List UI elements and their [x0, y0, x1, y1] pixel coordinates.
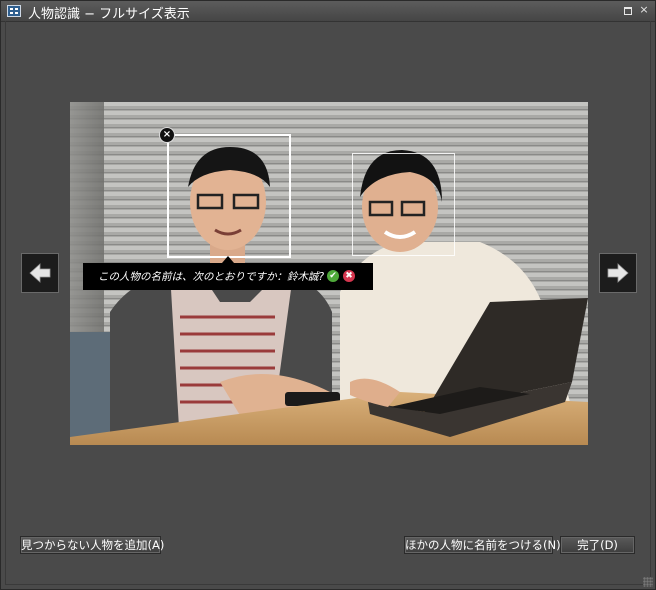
window-title: 人物認識 − フルサイズ表示	[28, 7, 190, 22]
reject-icon[interactable]: ✖	[343, 270, 355, 282]
done-button[interactable]: 完了(D)	[560, 536, 635, 554]
resize-grip[interactable]	[643, 577, 653, 587]
add-missing-person-button[interactable]: 見つからない人物を追加(A)	[20, 536, 164, 554]
name-confirm-prompt: この人物の名前は、次のとおりですか：鈴木誠? ✔ ✖	[83, 263, 373, 290]
next-photo-button[interactable]	[599, 253, 637, 293]
prompt-text: この人物の名前は、次のとおりですか：鈴木誠?	[98, 271, 325, 283]
arrow-left-icon	[29, 263, 51, 283]
name-other-person-button[interactable]: ほかの人物に名前をつける(N)	[404, 536, 561, 554]
previous-photo-button[interactable]	[21, 253, 59, 293]
confirm-icon[interactable]: ✔	[327, 270, 339, 282]
arrow-right-icon	[607, 263, 629, 283]
prompt-pointer	[222, 256, 234, 263]
photo: × この人物の名前は、次のとおりですか：鈴木誠? ✔ ✖	[70, 102, 588, 445]
maximize-button[interactable]	[622, 4, 634, 16]
title-bar[interactable]: 人物認識 − フルサイズ表示 ×	[1, 1, 655, 22]
close-button[interactable]: ×	[638, 4, 650, 16]
face-box-selected[interactable]	[167, 134, 291, 258]
app-icon	[7, 5, 21, 17]
face-box[interactable]	[352, 153, 455, 256]
people-recognition-window: 人物認識 − フルサイズ表示 × × この人物の名前は、次のとおりですか：鈴木誠…	[0, 0, 656, 590]
remove-face-button[interactable]: ×	[159, 127, 175, 143]
